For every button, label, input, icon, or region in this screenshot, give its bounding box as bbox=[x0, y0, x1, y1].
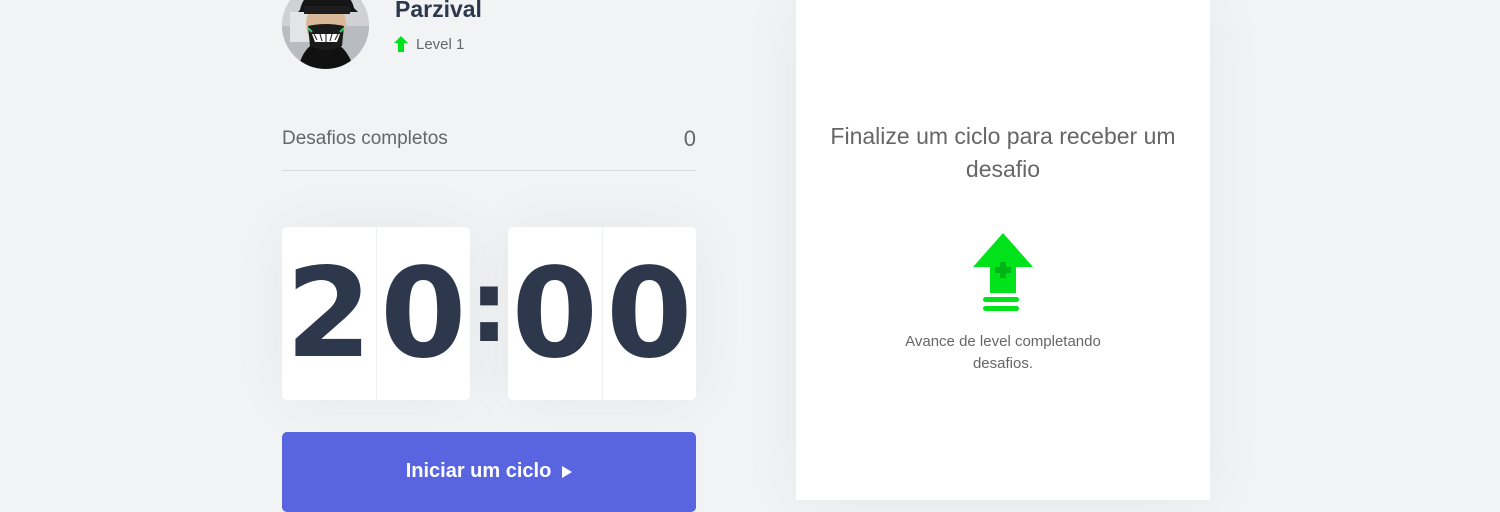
user-avatar-icon bbox=[282, 0, 369, 69]
challenge-box: Finalize um ciclo para receber um desafi… bbox=[796, 0, 1210, 500]
minute-digit-ones: 0 bbox=[375, 227, 471, 400]
challenge-box-hint: Avance de level completando desafios. bbox=[905, 333, 1101, 372]
completed-challenges-count: 0 bbox=[683, 126, 696, 151]
username: Parzival bbox=[395, 0, 482, 22]
seconds-display: 0 0 bbox=[508, 227, 696, 400]
countdown-timer: 2 0 : 0 0 bbox=[282, 227, 696, 400]
second-digit-ones: 0 bbox=[601, 227, 697, 400]
play-icon bbox=[562, 466, 573, 478]
second-digit-tens: 0 bbox=[511, 241, 598, 386]
profile: Parzival Level 1 bbox=[282, 0, 696, 70]
completed-challenges: Desafios completos 0 bbox=[282, 117, 696, 171]
completed-challenges-label: Desafios completos bbox=[282, 128, 448, 149]
level-label: Level 1 bbox=[416, 35, 465, 53]
time-separator: : bbox=[469, 247, 509, 365]
start-cycle-label: Iniciar um ciclo bbox=[405, 460, 552, 482]
level-up-arrow-icon bbox=[394, 36, 408, 52]
minutes-display: 2 0 bbox=[282, 227, 470, 400]
avatar bbox=[282, 0, 369, 69]
level-indicator: Level 1 bbox=[394, 34, 464, 54]
level-up-icon bbox=[972, 233, 1034, 315]
minute-digit-tens: 2 bbox=[285, 241, 372, 386]
start-cycle-button[interactable]: Iniciar um ciclo bbox=[282, 432, 696, 512]
challenge-box-title: Finalize um ciclo para receber um desafi… bbox=[830, 123, 1176, 182]
countdown-column: Parzival Level 1 Desafios completos 0 2 … bbox=[282, 0, 696, 512]
